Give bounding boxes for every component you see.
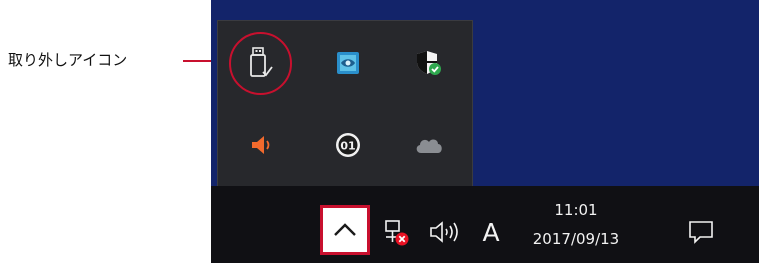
speaker-icon[interactable] bbox=[239, 123, 283, 167]
chevron-up-icon bbox=[334, 223, 356, 236]
action-center-icon bbox=[689, 221, 713, 244]
taskbar-clock[interactable]: 11:01 2017/09/13 bbox=[520, 197, 632, 253]
security-shield-icon[interactable] bbox=[407, 41, 451, 85]
ime-mode-indicator[interactable]: A bbox=[474, 212, 508, 252]
o1-app-icon[interactable]: 01 bbox=[326, 123, 370, 167]
app-network-icon[interactable] bbox=[326, 41, 370, 85]
volume-icon bbox=[430, 221, 458, 243]
volume-button[interactable] bbox=[425, 214, 465, 250]
network-disconnected-icon bbox=[385, 220, 409, 246]
network-status-button[interactable] bbox=[378, 214, 414, 250]
callout-label: 取り外しアイコン bbox=[8, 51, 128, 69]
action-center-button[interactable] bbox=[676, 212, 726, 252]
svg-text:01: 01 bbox=[340, 140, 355, 153]
cloud-icon[interactable] bbox=[407, 123, 451, 167]
clock-time: 11:01 bbox=[554, 201, 598, 219]
safely-remove-hardware-icon[interactable] bbox=[239, 41, 283, 85]
show-hidden-icons-button[interactable] bbox=[320, 205, 370, 255]
clock-date: 2017/09/13 bbox=[532, 230, 620, 248]
